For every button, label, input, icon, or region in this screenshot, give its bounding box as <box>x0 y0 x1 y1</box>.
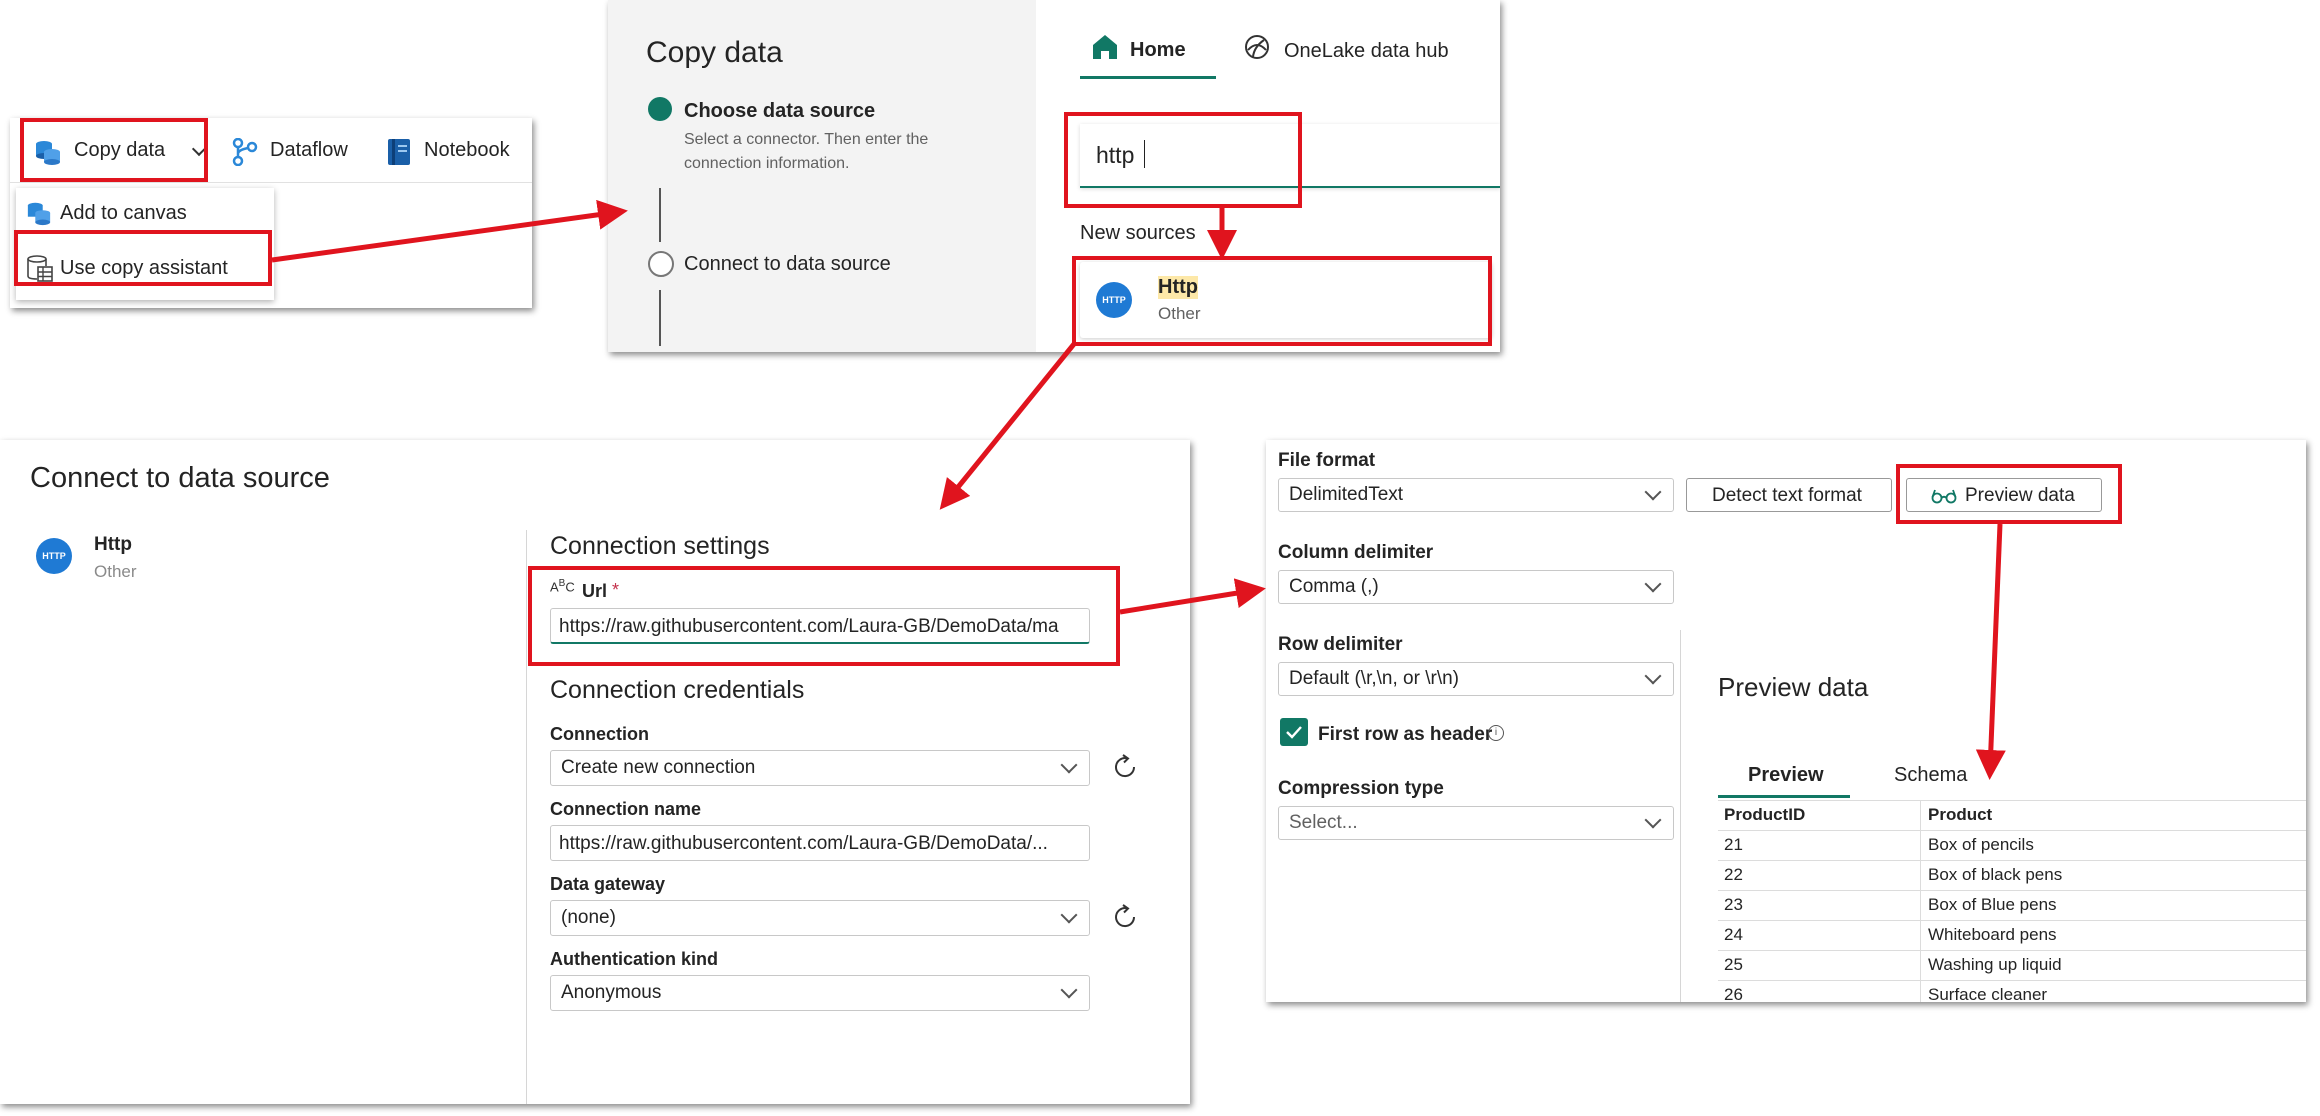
arrow-to-copy-wizard <box>271 199 628 263</box>
annotation-arrows <box>271 199 2006 780</box>
arrow-source-to-connect <box>939 342 1076 510</box>
arrow-preview-to-schema <box>1975 523 2006 780</box>
arrow-url-to-format <box>1119 578 1266 615</box>
